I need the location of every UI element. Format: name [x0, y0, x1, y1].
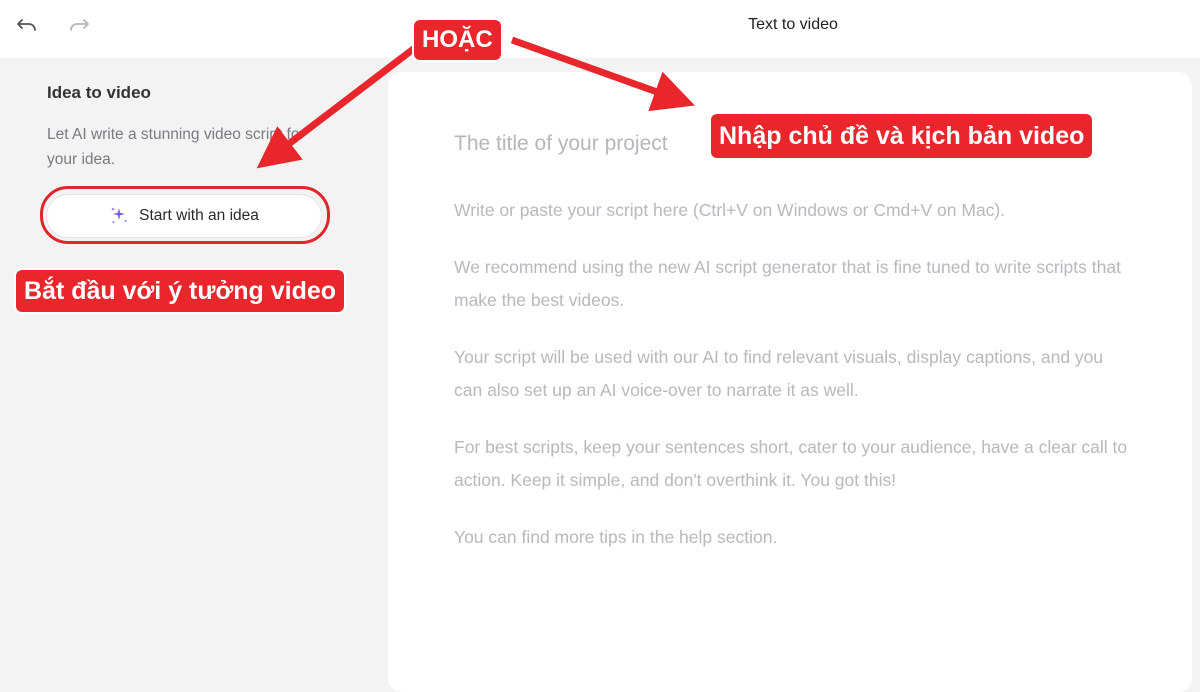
start-with-idea-label: Start with an idea: [139, 207, 259, 224]
top-bar: Text to video: [0, 0, 1200, 58]
sparkle-icon: [111, 207, 127, 224]
enter-topic-annotation-badge: Nhập chủ đề và kịch bản video: [711, 114, 1093, 158]
project-title-input[interactable]: The title of your project: [454, 132, 668, 156]
sidebar-description: Let AI write a stunning video script for…: [47, 126, 305, 168]
script-placeholder-paragraph: You can find more tips in the help secti…: [454, 527, 778, 547]
page-title: Text to video: [748, 16, 838, 33]
script-placeholder-paragraph: Your script will be used with our AI to …: [454, 347, 1104, 400]
or-annotation-badge: HOẶC: [414, 20, 501, 60]
script-placeholder-paragraph: Write or paste your script here (Ctrl+V …: [454, 200, 1006, 220]
start-idea-annotation-badge: Bắt đầu với ý tưởng video: [16, 270, 345, 312]
script-placeholder-paragraph: We recommend using the new AI script gen…: [454, 257, 1121, 310]
sidebar-heading: Idea to video: [47, 83, 151, 102]
script-placeholder-paragraph: For best scripts, keep your sentences sh…: [454, 437, 1128, 490]
start-with-idea-button[interactable]: Start with an idea: [46, 194, 322, 238]
script-textarea[interactable]: Write or paste your script here (Ctrl+V …: [454, 194, 1134, 578]
sidebar: Idea to video Let AI write a stunning vi…: [0, 58, 385, 675]
script-editor[interactable]: The title of your project Write or paste…: [388, 72, 1192, 692]
